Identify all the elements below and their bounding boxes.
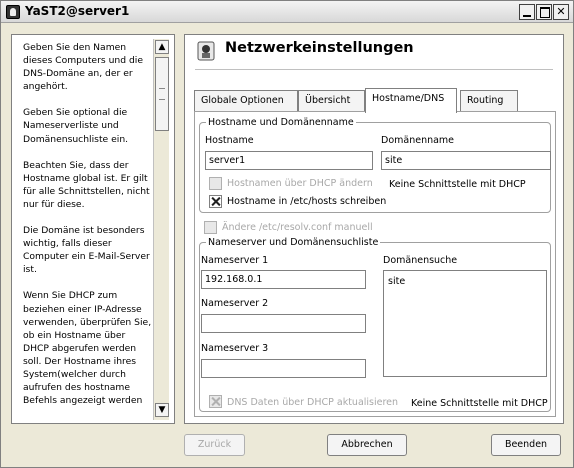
nameserver2-input[interactable] bbox=[201, 314, 366, 333]
scroll-thumb[interactable] bbox=[155, 57, 169, 131]
scroll-up-icon[interactable]: ▲ bbox=[155, 40, 169, 54]
resolv-manual-label: Ändere /etc/resolv.conf manuell bbox=[222, 222, 373, 233]
nameserver3-input[interactable] bbox=[201, 359, 366, 378]
title-divider bbox=[195, 69, 553, 70]
domain-search-list[interactable]: site bbox=[383, 270, 547, 377]
nameserver1-label: Nameserver 1 bbox=[201, 255, 269, 266]
tab-uebersicht[interactable]: Übersicht bbox=[298, 90, 365, 111]
domain-search-label: Domänensuche bbox=[383, 255, 458, 266]
help-paragraph: Geben Sie den Namen dieses Computers und… bbox=[23, 42, 143, 93]
network-settings-icon bbox=[197, 41, 215, 61]
nameserver-group: Nameserver und Domänensuchliste Nameserv… bbox=[199, 237, 551, 412]
tab-globale-optionen[interactable]: Globale Optionen bbox=[194, 90, 298, 111]
back-button[interactable]: Zurück bbox=[184, 434, 245, 456]
domain-input[interactable]: site bbox=[381, 151, 551, 170]
dhcp-dns-checkbox[interactable] bbox=[209, 395, 222, 408]
dhcp-dns-status-text: Keine Schnittstelle mit DHCP bbox=[411, 398, 548, 409]
close-button[interactable]: ✕ bbox=[553, 4, 569, 20]
maximize-button[interactable] bbox=[536, 4, 552, 20]
nameserver1-input[interactable]: 192.168.0.1 bbox=[201, 270, 366, 289]
window-title: YaST2@server1 bbox=[25, 4, 130, 18]
help-scrollbar[interactable]: ▲ ▼ bbox=[153, 39, 169, 420]
title-bar: YaST2@server1 ✕ bbox=[1, 1, 573, 23]
help-paragraph: Wenn Sie DHCP zum beziehen einer IP-Adre… bbox=[23, 290, 152, 407]
hostname-label: Hostname bbox=[205, 135, 254, 146]
help-paragraph: Beachten Sie, dass der Hostname global i… bbox=[23, 159, 150, 210]
dhcp-hostname-checkbox[interactable] bbox=[209, 177, 222, 190]
scroll-down-icon[interactable]: ▼ bbox=[155, 403, 169, 417]
app-icon bbox=[6, 5, 20, 19]
etc-hosts-label: Hostname in /etc/hosts schreiben bbox=[227, 196, 387, 207]
group-title: Nameserver und Domänensuchliste bbox=[206, 237, 381, 248]
nameserver3-label: Nameserver 3 bbox=[201, 343, 269, 354]
list-item[interactable]: site bbox=[388, 276, 405, 287]
minimize-button[interactable] bbox=[519, 4, 535, 20]
help-paragraph: Geben Sie optional die Nameserverliste u… bbox=[23, 107, 129, 145]
resolv-manual-checkbox[interactable] bbox=[204, 221, 217, 234]
tab-hostname-dns[interactable]: Hostname/DNS bbox=[365, 88, 457, 113]
tab-panel: Hostname und Domänenname Hostname server… bbox=[194, 111, 556, 417]
etc-hosts-checkbox[interactable] bbox=[209, 195, 222, 208]
finish-button[interactable]: Beenden bbox=[491, 434, 561, 456]
domain-label: Domänenname bbox=[381, 135, 455, 146]
help-panel: Geben Sie den Namen dieses Computers und… bbox=[11, 34, 175, 424]
hostname-group: Hostname und Domänenname Hostname server… bbox=[199, 117, 551, 213]
cancel-button[interactable]: Abbrechen bbox=[327, 434, 407, 456]
nameserver2-label: Nameserver 2 bbox=[201, 298, 269, 309]
tab-routing[interactable]: Routing bbox=[460, 90, 518, 111]
hostname-input[interactable]: server1 bbox=[205, 151, 373, 170]
yast-window: YaST2@server1 ✕ Geben Sie den Namen dies… bbox=[0, 0, 574, 468]
page-title: Netzwerkeinstellungen bbox=[225, 40, 414, 56]
help-text: Geben Sie den Namen dieses Computers und… bbox=[23, 41, 153, 420]
dhcp-status-text: Keine Schnittstelle mit DHCP bbox=[389, 179, 526, 190]
dhcp-dns-label: DNS Daten über DHCP aktualisieren bbox=[227, 397, 399, 408]
dhcp-hostname-label: Hostnamen über DHCP ändern bbox=[227, 178, 373, 189]
group-title: Hostname und Domänenname bbox=[206, 117, 356, 128]
help-paragraph: Die Domäne ist besonders wichtig, falls … bbox=[23, 225, 150, 276]
